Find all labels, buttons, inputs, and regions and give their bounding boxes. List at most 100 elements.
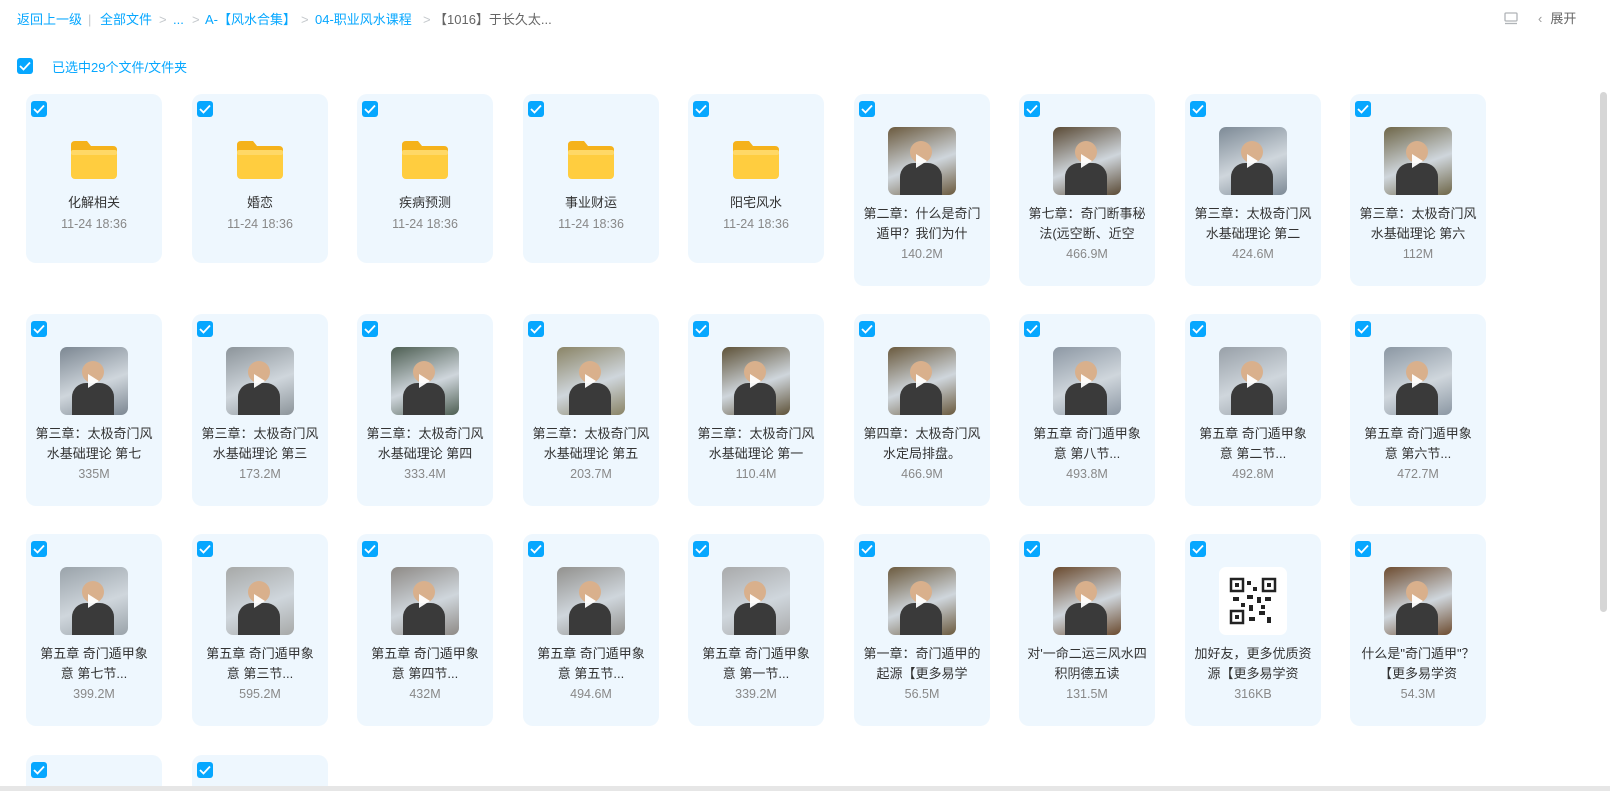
file-card[interactable]: 第四章：太极奇门风水定局排盘。 466.9M <box>854 314 990 506</box>
file-name: 第五章 奇门遁甲象意 第八节... <box>1033 426 1141 461</box>
item-checkbox[interactable] <box>197 321 213 337</box>
item-checkbox[interactable] <box>859 541 875 557</box>
item-checkbox[interactable] <box>693 541 709 557</box>
file-size: 492.8M <box>1232 467 1274 481</box>
video-thumbnail <box>1053 127 1121 195</box>
file-size: 494.6M <box>570 687 612 701</box>
item-checkbox[interactable] <box>528 321 544 337</box>
breadcrumb-all-files[interactable]: 全部文件 <box>100 11 152 29</box>
chevron-left-icon: ‹ <box>1538 11 1543 26</box>
item-checkbox[interactable] <box>1190 101 1206 117</box>
file-card[interactable]: 第三章：太极奇门风水基础理论 第七 335M <box>26 314 162 506</box>
file-size: 54.3M <box>1400 687 1436 701</box>
item-checkbox[interactable] <box>1190 541 1206 557</box>
play-icon <box>916 594 927 608</box>
play-icon <box>916 154 927 168</box>
file-name: 婚恋 <box>246 195 273 210</box>
breadcrumb-course[interactable]: 04-职业风水课程 <box>315 11 412 29</box>
item-checkbox[interactable] <box>197 541 213 557</box>
file-card[interactable]: 第三章：太极奇门风水基础理论 第三 173.2M <box>192 314 328 506</box>
file-card[interactable]: 第三章：太极奇门风水基础理论 第五 203.7M <box>523 314 659 506</box>
play-icon <box>88 374 99 388</box>
file-name: 第三章：太极奇门风水基础理论 第五 <box>532 426 650 461</box>
video-thumbnail <box>1053 567 1121 635</box>
item-checkbox[interactable] <box>693 101 709 117</box>
file-card[interactable]: 第七章：奇门断事秘法(远空断、近空 466.9M <box>1019 94 1155 286</box>
file-name: 第三章：太极奇门风水基础理论 第六 <box>1359 206 1477 241</box>
file-card[interactable]: 第二章：什么是奇门遁甲？我们为什 140.2M <box>854 94 990 286</box>
play-icon <box>254 594 265 608</box>
play-icon <box>750 594 761 608</box>
item-checkbox[interactable] <box>1024 321 1040 337</box>
item-checkbox[interactable] <box>31 762 47 778</box>
item-checkbox[interactable] <box>31 321 47 337</box>
folder-card[interactable]: 阳宅风水 11-24 18:36 <box>688 94 824 263</box>
file-name: 第三章：太极奇门风水基础理论 第四 <box>366 426 484 461</box>
item-checkbox[interactable] <box>362 321 378 337</box>
play-icon <box>1247 154 1258 168</box>
file-card[interactable]: 第五章 奇门遁甲象意 第八节... 493.8M <box>1019 314 1155 506</box>
file-card[interactable]: 第五章 奇门遁甲象意 第二节... 492.8M <box>1185 314 1321 506</box>
item-checkbox[interactable] <box>859 321 875 337</box>
file-card[interactable]: 加好友，更多优质资源【更多易学资 316KB <box>1185 534 1321 726</box>
item-checkbox[interactable] <box>1355 321 1371 337</box>
item-checkbox[interactable] <box>362 101 378 117</box>
item-checkbox[interactable] <box>528 101 544 117</box>
play-icon <box>88 594 99 608</box>
play-icon <box>916 374 927 388</box>
item-checkbox[interactable] <box>197 762 213 778</box>
item-checkbox[interactable] <box>31 101 47 117</box>
horizontal-scrollbar[interactable] <box>0 786 1610 791</box>
folder-card[interactable]: 婚恋 11-24 18:36 <box>192 94 328 263</box>
file-name: 第五章 奇门遁甲象意 第六节... <box>1364 426 1472 461</box>
video-thumbnail <box>391 567 459 635</box>
item-checkbox[interactable] <box>1024 101 1040 117</box>
item-checkbox[interactable] <box>1190 321 1206 337</box>
item-checkbox[interactable] <box>1355 541 1371 557</box>
file-card[interactable]: 第五章 奇门遁甲象意 第六节... 472.7M <box>1350 314 1486 506</box>
file-card[interactable]: 第一章：奇门遁甲的起源【更多易学 56.5M <box>854 534 990 726</box>
file-card[interactable]: 第三章：太极奇门风水基础理论 第六 112M <box>1350 94 1486 286</box>
item-checkbox[interactable] <box>693 321 709 337</box>
play-icon <box>419 374 430 388</box>
file-size: 424.6M <box>1232 247 1274 261</box>
item-checkbox[interactable] <box>528 541 544 557</box>
file-card[interactable]: 第五章 奇门遁甲象意 第四节... 432M <box>357 534 493 726</box>
expand-button[interactable]: ‹ 展开 <box>1538 10 1576 28</box>
file-size: 56.5M <box>904 687 940 701</box>
file-name: 第三章：太极奇门风水基础理论 第七 <box>35 426 153 461</box>
breadcrumb-collection[interactable]: A-【风水合集】 <box>205 11 296 29</box>
video-thumbnail <box>722 347 790 415</box>
file-card[interactable]: 第五章 奇门遁甲象意 第七节... 399.2M <box>26 534 162 726</box>
select-all-checkbox[interactable] <box>17 58 33 74</box>
file-size: 112M <box>1402 247 1434 261</box>
folder-card[interactable]: 事业财运 11-24 18:36 <box>523 94 659 263</box>
vertical-scrollbar[interactable] <box>1600 92 1607 612</box>
item-checkbox[interactable] <box>1024 541 1040 557</box>
back-link[interactable]: 返回上一级 <box>17 11 82 29</box>
file-card[interactable]: 第五章 奇门遁甲象意 第一节... 339.2M <box>688 534 824 726</box>
file-card[interactable]: 什么是"奇门遁甲"？【更多易学资 54.3M <box>1350 534 1486 726</box>
video-thumbnail <box>226 347 294 415</box>
view-toggle-icon[interactable] <box>1503 11 1519 27</box>
qr-code-icon <box>1229 577 1277 625</box>
file-card[interactable]: 对'一命二运三风水四积阴德五读 131.5M <box>1019 534 1155 726</box>
video-thumbnail <box>1053 347 1121 415</box>
file-date: 11-24 18:36 <box>227 217 293 231</box>
breadcrumb-ellipsis[interactable]: ... <box>173 11 184 29</box>
item-checkbox[interactable] <box>197 101 213 117</box>
file-name: 第三章：太极奇门风水基础理论 第一 <box>697 426 815 461</box>
file-card[interactable]: 第五章 奇门遁甲象意 第五节... 494.6M <box>523 534 659 726</box>
play-icon <box>1412 594 1423 608</box>
item-checkbox[interactable] <box>31 541 47 557</box>
play-icon <box>1247 374 1258 388</box>
file-card[interactable]: 第三章：太极奇门风水基础理论 第二 424.6M <box>1185 94 1321 286</box>
item-checkbox[interactable] <box>362 541 378 557</box>
file-card[interactable]: 第五章 奇门遁甲象意 第三节... 595.2M <box>192 534 328 726</box>
folder-card[interactable]: 化解相关 11-24 18:36 <box>26 94 162 263</box>
item-checkbox[interactable] <box>859 101 875 117</box>
item-checkbox[interactable] <box>1355 101 1371 117</box>
folder-card[interactable]: 疾病预测 11-24 18:36 <box>357 94 493 263</box>
file-card[interactable]: 第三章：太极奇门风水基础理论 第四 333.4M <box>357 314 493 506</box>
file-card[interactable]: 第三章：太极奇门风水基础理论 第一 110.4M <box>688 314 824 506</box>
